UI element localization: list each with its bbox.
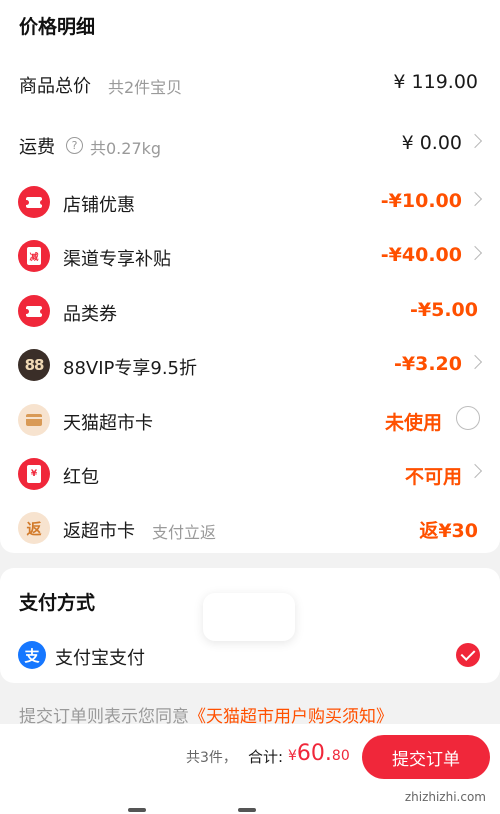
rebate-card-row: 返 返超市卡 支付立返 返¥30 bbox=[0, 508, 500, 548]
alipay-label[interactable]: 支付宝支付 bbox=[55, 644, 145, 670]
goods-total-row: 商品总价 共2件宝贝 ¥ 119.00 bbox=[0, 63, 500, 103]
nav-home-icon[interactable] bbox=[238, 808, 256, 812]
tmall-card-radio[interactable] bbox=[456, 406, 480, 430]
chevron-right-icon bbox=[467, 354, 483, 370]
chevron-right-icon bbox=[467, 191, 483, 207]
store-discount-amount: -¥10.00 bbox=[380, 190, 462, 212]
chevron-right-icon bbox=[467, 133, 483, 149]
category-coupon-amount: -¥5.00 bbox=[410, 299, 478, 321]
vip-88-icon: 88 bbox=[18, 349, 50, 381]
coupon-icon bbox=[18, 295, 50, 327]
shipping-label: 运费 bbox=[19, 137, 55, 158]
vip-discount-row[interactable]: 88 88VIP专享9.5折 -¥3.20 bbox=[0, 345, 500, 385]
total-amount: ¥60.80 bbox=[288, 741, 350, 766]
price-detail-title: 价格明细 bbox=[19, 16, 96, 38]
help-icon[interactable]: ? bbox=[66, 137, 83, 154]
submit-order-button[interactable]: 提交订单 bbox=[362, 735, 490, 779]
coupon-icon bbox=[18, 186, 50, 218]
vip-discount-label: 88VIP专享9.5折 bbox=[63, 358, 198, 379]
rebate-sub-text: 支付立返 bbox=[152, 523, 217, 542]
nav-menu-icon[interactable] bbox=[128, 808, 146, 812]
total-label: 合计: bbox=[248, 748, 284, 766]
tmall-card-status: 未使用 bbox=[384, 412, 442, 434]
vip-discount-amount: -¥3.20 bbox=[394, 353, 462, 375]
tmall-card-row[interactable]: 天猫超市卡 未使用 bbox=[0, 400, 500, 440]
red-packet-row[interactable]: ¥ 红包 不可用 bbox=[0, 454, 500, 494]
channel-subsidy-row[interactable]: 减 渠道专享补贴 -¥40.00 bbox=[0, 236, 500, 276]
red-packet-label: 红包 bbox=[63, 467, 99, 488]
chevron-right-icon bbox=[467, 245, 483, 261]
tmall-card-label: 天猫超市卡 bbox=[63, 413, 153, 434]
watermark-text: zhizhizhi.com bbox=[404, 790, 486, 804]
gift-card-icon bbox=[18, 404, 50, 436]
category-coupon-label: 品类券 bbox=[63, 304, 117, 325]
rebate-icon: 返 bbox=[18, 512, 50, 544]
alipay-icon: 支 bbox=[18, 641, 46, 669]
shipping-amount: ¥ 0.00 bbox=[401, 132, 462, 154]
store-discount-row[interactable]: 店铺优惠 -¥10.00 bbox=[0, 182, 500, 222]
rebate-amount: 返¥30 bbox=[419, 520, 478, 542]
channel-subsidy-amount: -¥40.00 bbox=[380, 244, 462, 266]
goods-total-label: 商品总价 bbox=[19, 76, 91, 97]
goods-count-text: 共2件宝贝 bbox=[108, 78, 183, 97]
store-discount-label: 店铺优惠 bbox=[63, 195, 135, 216]
rebate-card-label: 返超市卡 bbox=[63, 521, 135, 542]
category-coupon-row: 品类券 -¥5.00 bbox=[0, 291, 500, 331]
channel-subsidy-label: 渠道专享补贴 bbox=[63, 249, 171, 270]
red-packet-status: 不可用 bbox=[404, 466, 462, 488]
checkmark-icon[interactable] bbox=[456, 643, 480, 667]
toast-popup bbox=[203, 593, 295, 641]
red-packet-icon: ¥ bbox=[18, 458, 50, 490]
chevron-right-icon bbox=[467, 463, 483, 479]
price-detail-card: 价格明细 商品总价 共2件宝贝 ¥ 119.00 运费 ? 共0.27kg ¥ … bbox=[0, 0, 500, 553]
goods-total-amount: ¥ 119.00 bbox=[393, 71, 478, 93]
item-count-text: 共3件， bbox=[186, 750, 237, 766]
shipping-weight-text: 共0.27kg bbox=[90, 139, 162, 158]
shipping-row[interactable]: 运费 ? 共0.27kg ¥ 0.00 bbox=[0, 124, 500, 164]
subsidy-icon: 减 bbox=[18, 240, 50, 272]
payment-method-title: 支付方式 bbox=[19, 592, 96, 614]
